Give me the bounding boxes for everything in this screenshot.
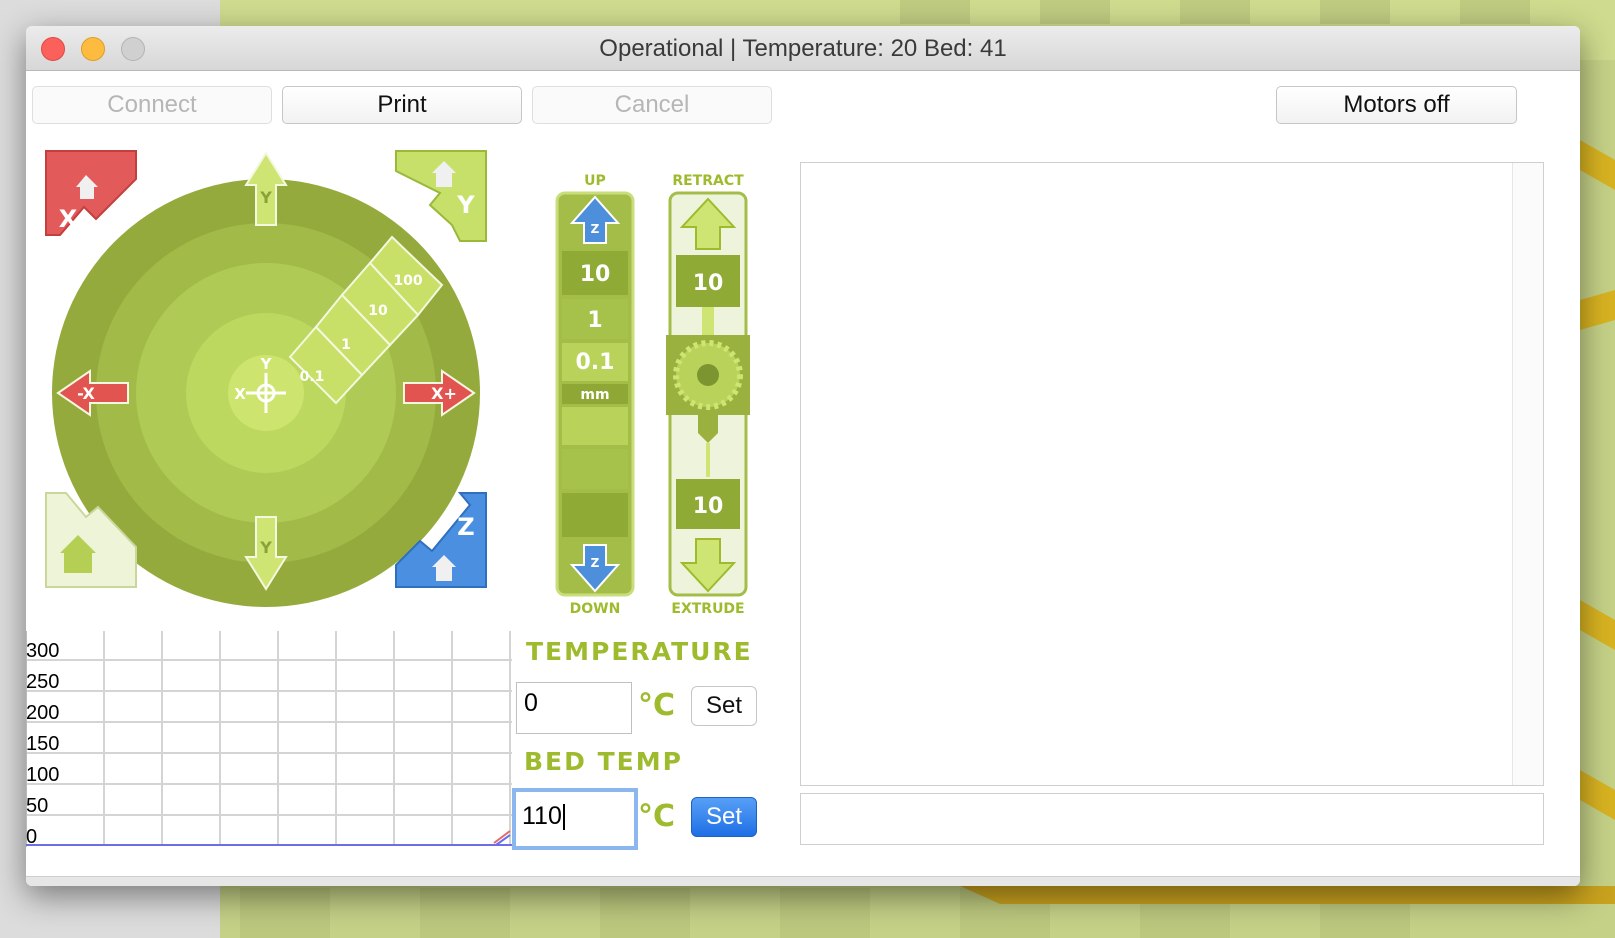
z-down-label: DOWN <box>570 601 621 617</box>
step-0.1-label: 0.1 <box>300 369 325 385</box>
z-jog-column: UP Z 10 1 0.1 mm Z DOWN <box>555 173 635 617</box>
title-bar: Operational | Temperature: 20 Bed: 41 <box>26 26 1580 71</box>
bed-temp-input[interactable]: 110 <box>512 788 638 850</box>
svg-text:Y: Y <box>260 355 273 373</box>
text-caret <box>562 804 565 831</box>
z-step-down-10[interactable] <box>562 493 628 537</box>
svg-text:Z: Z <box>591 556 600 570</box>
svg-text:X+: X+ <box>431 384 457 403</box>
z-step-10-label: 10 <box>580 262 611 287</box>
graph-tick-250: 250 <box>26 671 59 693</box>
print-button[interactable]: Print <box>282 86 522 124</box>
set-temperature-button[interactable]: Set <box>691 686 757 726</box>
graph-tick-200: 200 <box>26 702 59 724</box>
svg-text:Y: Y <box>259 538 272 557</box>
terminal-log[interactable] <box>800 162 1544 786</box>
step-100-label: 100 <box>393 273 422 289</box>
extruder-column: RETRACT 10 10 EXTRUDE <box>666 173 750 617</box>
svg-text:X: X <box>234 385 246 403</box>
extrude-label: EXTRUDE <box>671 601 744 617</box>
z-step-down-0.1[interactable] <box>562 407 628 445</box>
graph-tick-0: 0 <box>26 826 37 848</box>
z-unit-label: mm <box>580 387 609 403</box>
window-title: Operational | Temperature: 20 Bed: 41 <box>599 35 1007 62</box>
set-bed-temp-button[interactable]: Set <box>691 797 757 837</box>
z-step-0.1-label: 0.1 <box>576 350 615 375</box>
bed-temp-heading: BED TEMP <box>524 747 683 776</box>
svg-text:Z: Z <box>457 513 474 541</box>
temperature-heading: TEMPERATURE <box>526 637 753 666</box>
svg-text:Y: Y <box>259 188 272 207</box>
gear-icon <box>673 340 743 410</box>
cancel-button[interactable]: Cancel <box>532 86 772 124</box>
terminal-log-scrollbar[interactable] <box>1512 163 1543 785</box>
svg-text:Y: Y <box>456 191 475 219</box>
svg-text:X: X <box>59 205 78 233</box>
home-y-button[interactable]: Y <box>395 150 487 242</box>
xy-jog-pad: 100 10 1 0.1 X Y Z Y Y -X X+ X Y <box>45 150 487 607</box>
step-1-label: 1 <box>341 337 351 353</box>
temperature-unit: °C <box>638 688 676 723</box>
z-up-label: UP <box>584 173 606 189</box>
extrude-amount: 10 <box>693 494 724 519</box>
bed-temp-unit: °C <box>638 799 676 834</box>
retract-amount: 10 <box>693 271 724 296</box>
command-input[interactable] <box>800 793 1544 845</box>
z-step-down-1[interactable] <box>562 449 628 489</box>
svg-text:-X: -X <box>77 384 95 403</box>
status-bar <box>26 876 1580 886</box>
graph-tick-150: 150 <box>26 733 59 755</box>
graph-tick-300: 300 <box>26 640 59 662</box>
printer-control-window: Operational | Temperature: 20 Bed: 41 Co… <box>26 26 1580 886</box>
temperature-graph: 300 250 200 150 100 50 0 <box>26 631 512 849</box>
svg-text:Z: Z <box>591 222 600 236</box>
connect-button[interactable]: Connect <box>32 86 272 124</box>
temperature-input[interactable]: 0 <box>516 682 632 734</box>
home-x-button[interactable]: X <box>45 150 137 236</box>
step-10-label: 10 <box>368 303 388 319</box>
z-step-1-label: 1 <box>587 308 602 333</box>
graph-tick-50: 50 <box>26 795 48 817</box>
graph-tick-100: 100 <box>26 764 59 786</box>
motors-off-button[interactable]: Motors off <box>1276 86 1517 124</box>
main-content: Connect Print Cancel Motors off 100 10 1… <box>26 71 1580 876</box>
retract-label: RETRACT <box>672 173 744 189</box>
